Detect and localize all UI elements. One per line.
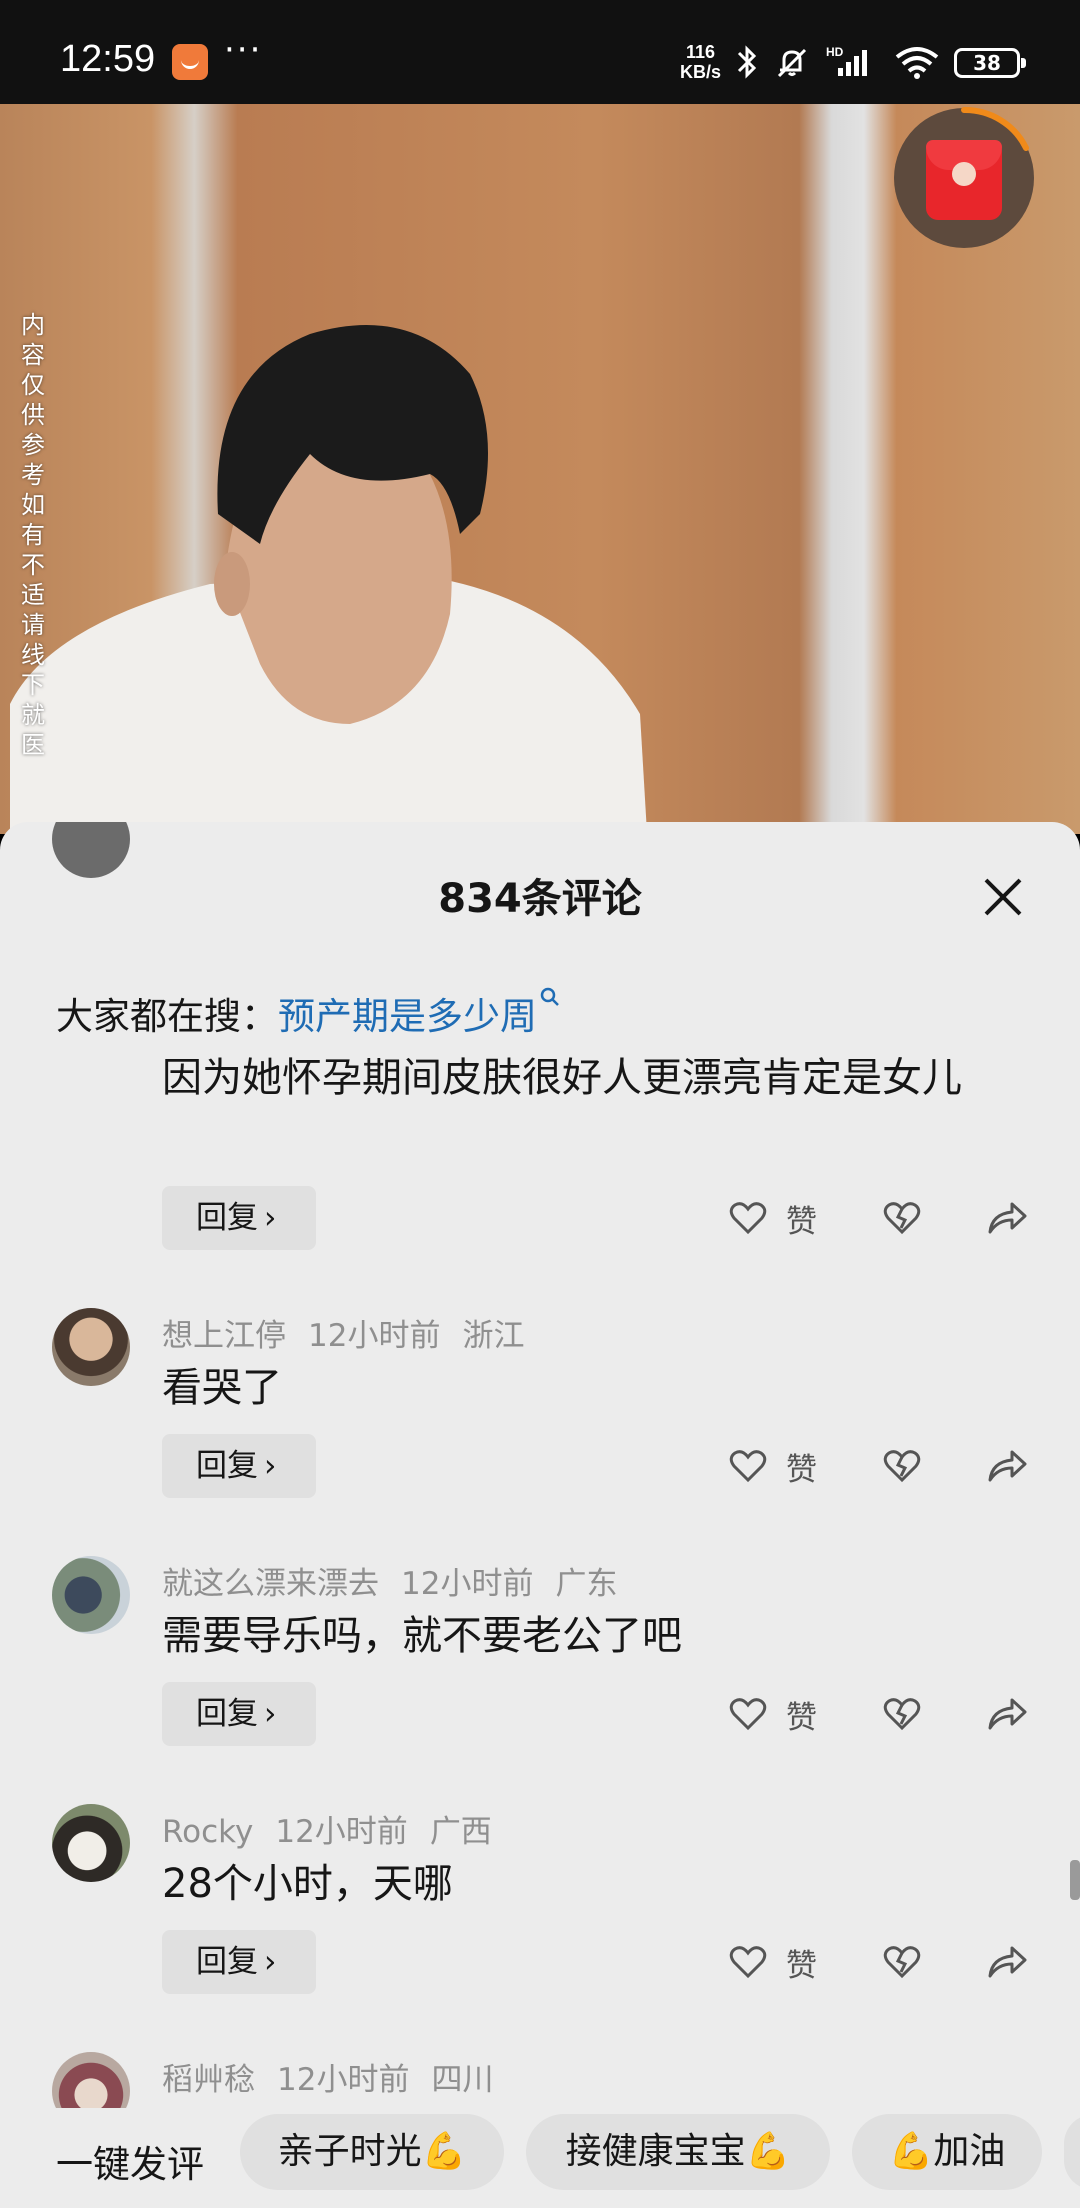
comment-username[interactable]: 就这么漂来漂去 <box>162 1566 379 1602</box>
comment-meta: 稻艸稔 12小时前 四川 <box>162 2054 515 2099</box>
comment-username[interactable]: 稻艸稔 <box>162 2062 255 2098</box>
comment-meta: 就这么漂来漂去 12小时前 广东 <box>162 1558 639 1603</box>
more-notifications-icon: ··· <box>224 30 263 70</box>
share-icon[interactable] <box>986 1446 1028 1486</box>
close-icon[interactable] <box>980 874 1026 920</box>
status-icons: HD <box>736 42 940 82</box>
heart-icon[interactable] <box>728 1942 768 1982</box>
heart-icon[interactable] <box>728 1198 768 1238</box>
comment-region: 浙江 <box>462 1318 525 1354</box>
red-envelope-button[interactable] <box>894 106 1034 248</box>
bluetooth-icon <box>737 45 757 79</box>
broken-heart-icon[interactable] <box>882 1198 922 1238</box>
video-frame-person <box>10 325 648 834</box>
reply-button[interactable]: 回复 › <box>162 1930 316 1994</box>
quick-comment-chip-more[interactable] <box>1064 2114 1080 2190</box>
mute-icon <box>777 48 807 78</box>
comment-text: 28个小时，天哪 <box>162 1861 453 1907</box>
red-envelope-icon <box>926 140 1002 220</box>
health-disclaimer: 内容仅供参考 如有不适请线下就医 <box>21 311 45 759</box>
like-label[interactable]: 赞 <box>786 1444 817 1489</box>
avatar[interactable] <box>52 1804 130 1882</box>
comment-meta: Rocky 12小时前 广西 <box>162 1806 514 1851</box>
comment-time: 12小时前 <box>401 1566 534 1602</box>
search-icon <box>540 987 559 1006</box>
status-time: 12:59 <box>60 38 156 80</box>
avatar[interactable] <box>52 1308 130 1386</box>
wifi-icon <box>895 47 939 79</box>
app-notification-icon <box>172 44 208 80</box>
reply-button[interactable]: 回复 › <box>162 1682 316 1746</box>
like-label[interactable]: 赞 <box>786 1940 817 1985</box>
video-player[interactable]: 内容仅供参考 如有不适请线下就医 <box>0 104 1080 834</box>
heart-icon[interactable] <box>728 1694 768 1734</box>
chevron-right-icon: › <box>264 1944 277 1980</box>
comment-text: 因为她怀孕期间皮肤很好人更漂亮肯定是女儿 <box>162 1055 962 1101</box>
comments-title: 834条评论 <box>438 876 642 922</box>
quick-comment-chip[interactable]: 亲子时光💪 <box>240 2114 504 2190</box>
comments-panel: 834条评论 大家都在搜：预产期是多少周 因为她怀孕期间皮肤很好人更漂亮肯定是女… <box>0 822 1080 2208</box>
quick-comment-chip[interactable]: 接健康宝宝💪 <box>526 2114 830 2190</box>
chevron-right-icon: › <box>264 1448 277 1484</box>
broken-heart-icon[interactable] <box>882 1694 922 1734</box>
share-icon[interactable] <box>986 1942 1028 1982</box>
quick-comment-label: 一键发评 <box>56 2143 204 2186</box>
share-icon[interactable] <box>986 1694 1028 1734</box>
comment-region: 四川 <box>431 2062 494 2098</box>
share-icon[interactable] <box>986 1198 1028 1238</box>
comment-username[interactable]: Rocky <box>162 1814 253 1850</box>
network-speed-unit: KB/s <box>680 62 722 82</box>
hd-signal-icon: HD <box>826 45 867 76</box>
trending-search-link[interactable]: 预产期是多少周 <box>278 995 537 1038</box>
comment-username[interactable]: 想上江停 <box>162 1318 286 1354</box>
chevron-right-icon: › <box>264 1696 277 1732</box>
avatar[interactable] <box>52 1556 130 1634</box>
broken-heart-icon[interactable] <box>882 1942 922 1982</box>
comment-time: 12小时前 <box>277 2062 410 2098</box>
svg-text:HD: HD <box>826 45 844 59</box>
battery-icon: 38 <box>954 48 1026 78</box>
network-speed: 116 KB/s <box>680 42 721 82</box>
chevron-right-icon: › <box>264 1200 277 1236</box>
reply-button[interactable]: 回复 › <box>162 1186 316 1250</box>
quick-comment-bar: 一键发评 亲子时光💪 接健康宝宝💪 💪加油 <box>0 2108 1080 2208</box>
reply-label: 回复 <box>196 1944 258 1980</box>
comment-region: 广东 <box>555 1566 618 1602</box>
comment-text: 看哭了 <box>162 1365 282 1411</box>
comment-time: 12小时前 <box>308 1318 441 1354</box>
comment-time: 12小时前 <box>275 1814 408 1850</box>
heart-icon[interactable] <box>728 1446 768 1486</box>
reply-button[interactable]: 回复 › <box>162 1434 316 1498</box>
comment-text: 需要导乐吗，就不要老公了吧 <box>162 1613 682 1659</box>
scrollbar[interactable] <box>1070 1860 1080 1900</box>
comment-meta: 想上江停 12小时前 浙江 <box>162 1310 546 1355</box>
reply-label: 回复 <box>196 1200 258 1236</box>
trending-search-prefix: 大家都在搜： <box>56 995 278 1038</box>
reply-label: 回复 <box>196 1696 258 1732</box>
reply-label: 回复 <box>196 1448 258 1484</box>
broken-heart-icon[interactable] <box>882 1446 922 1486</box>
network-speed-value: 116 <box>685 42 716 62</box>
comment-region: 广西 <box>429 1814 492 1850</box>
trending-search: 大家都在搜：预产期是多少周 <box>56 986 561 1040</box>
quick-comment-chip[interactable]: 💪加油 <box>852 2114 1042 2190</box>
like-label[interactable]: 赞 <box>786 1692 817 1737</box>
status-bar: 12:59 ··· 116 KB/s HD 38 <box>0 0 1080 104</box>
like-label[interactable]: 赞 <box>786 1196 817 1241</box>
